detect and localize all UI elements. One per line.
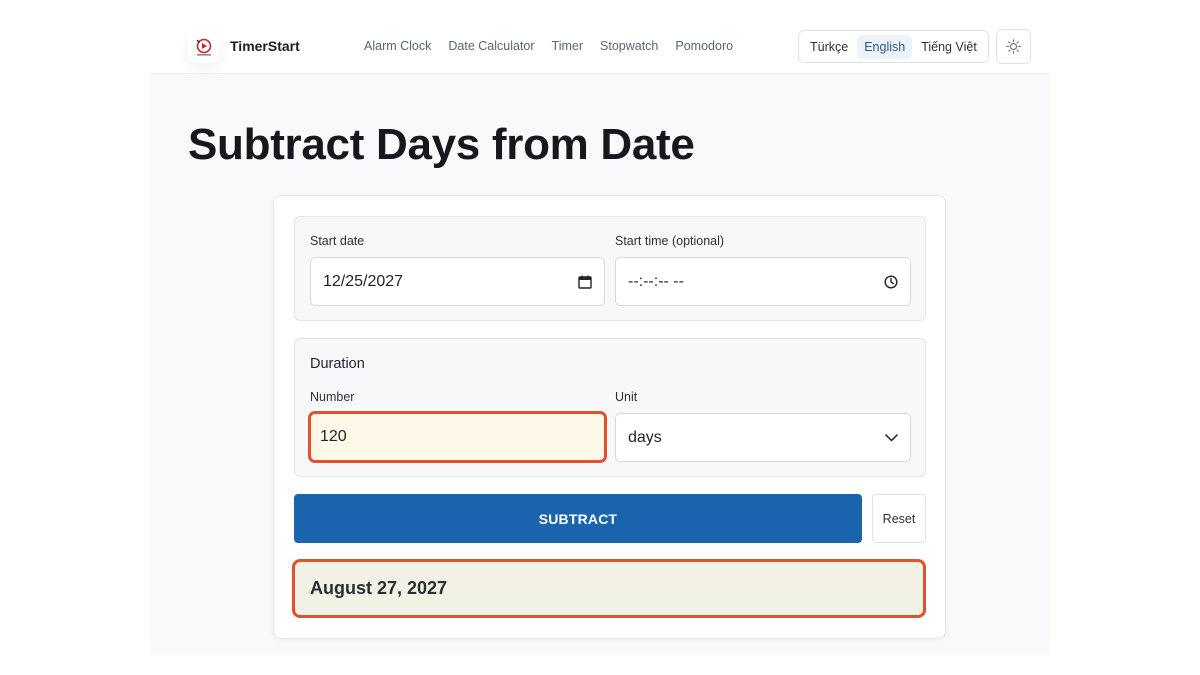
nav-item-timer[interactable]: Timer — [552, 39, 583, 53]
language-switcher: Türkçe English Tiếng Việt — [798, 30, 989, 63]
language-option-vietnamese[interactable]: Tiếng Việt — [914, 35, 984, 59]
number-value: 120 — [320, 428, 347, 445]
result-date: August 27, 2027 — [310, 578, 448, 598]
language-option-english[interactable]: English — [857, 34, 913, 59]
clock-icon[interactable] — [884, 274, 898, 289]
brand-logo[interactable] — [188, 31, 220, 63]
nav-item-stopwatch[interactable]: Stopwatch — [600, 39, 658, 53]
chevron-down-icon — [885, 433, 898, 442]
timer-logo-icon — [196, 38, 212, 56]
calculator-card: Start date 12/25/2027 Start time (option… — [273, 195, 946, 639]
nav-item-alarm-clock[interactable]: Alarm Clock — [364, 39, 431, 53]
language-option-turkish[interactable]: Türkçe — [803, 35, 855, 59]
start-time-input[interactable]: --:--:-- -- — [615, 257, 911, 306]
number-input[interactable]: 120 — [308, 411, 607, 463]
duration-heading: Duration — [310, 356, 365, 372]
page: TimerStart Alarm Clock Date Calculator T… — [150, 20, 1050, 655]
result-output: August 27, 2027 — [292, 559, 926, 618]
duration-panel: Duration Number 120 Unit days — [294, 338, 926, 477]
calendar-icon[interactable] — [578, 275, 592, 289]
reset-button[interactable]: Reset — [872, 494, 926, 543]
top-navigation-bar: TimerStart Alarm Clock Date Calculator T… — [150, 20, 1050, 74]
main-nav: Alarm Clock Date Calculator Timer Stopwa… — [364, 39, 733, 53]
start-date-label: Start date — [310, 234, 365, 248]
unit-label: Unit — [615, 390, 638, 404]
start-date-value: 12/25/2027 — [323, 272, 404, 290]
start-date-input[interactable]: 12/25/2027 — [310, 257, 605, 306]
start-time-label: Start time (optional) — [615, 234, 725, 248]
unit-value: days — [628, 428, 662, 446]
nav-item-date-calculator[interactable]: Date Calculator — [448, 39, 534, 53]
brand-name[interactable]: TimerStart — [230, 38, 300, 54]
start-datetime-panel: Start date 12/25/2027 Start time (option… — [294, 216, 926, 321]
start-time-value: --:--:-- -- — [628, 272, 684, 290]
theme-toggle-button[interactable] — [996, 29, 1031, 64]
number-label: Number — [310, 390, 355, 404]
page-title: Subtract Days from Date — [188, 120, 695, 169]
unit-select[interactable]: days — [615, 413, 911, 462]
nav-item-pomodoro[interactable]: Pomodoro — [675, 39, 733, 53]
sun-icon — [1006, 39, 1021, 54]
subtract-button[interactable]: SUBTRACT — [294, 494, 862, 543]
